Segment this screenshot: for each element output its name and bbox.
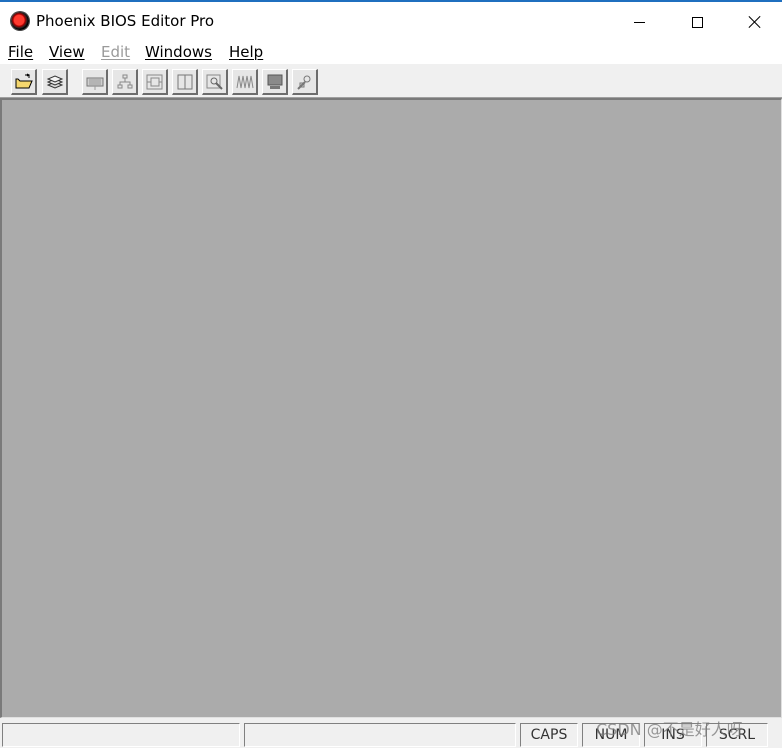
watermark-text: CSDN @不是好人呀 xyxy=(596,720,743,739)
menu-view[interactable]: View xyxy=(49,43,85,61)
split-button[interactable] xyxy=(172,69,198,95)
app-window: Phoenix BIOS Editor Pro File View Edit W… xyxy=(0,0,782,748)
keyboard-icon xyxy=(86,77,103,90)
keyboard-button[interactable] xyxy=(82,69,108,95)
save-stack-button[interactable] xyxy=(42,69,68,95)
search-magnifier-icon xyxy=(206,74,223,90)
component-box-icon xyxy=(146,74,162,89)
window-title: Phoenix BIOS Editor Pro xyxy=(36,12,215,30)
open-folder-icon xyxy=(15,73,33,88)
mdi-workspace[interactable] xyxy=(0,98,782,718)
menu-help[interactable]: Help xyxy=(229,43,263,61)
component-button[interactable] xyxy=(142,69,168,95)
maximize-button[interactable] xyxy=(674,2,720,42)
close-button[interactable] xyxy=(732,2,778,42)
toolbar xyxy=(0,64,782,98)
stack-save-icon xyxy=(46,74,63,89)
minimize-icon xyxy=(633,21,645,23)
status-caps: CAPS xyxy=(520,723,578,747)
search-button[interactable] xyxy=(202,69,228,95)
menu-windows[interactable]: Windows xyxy=(145,43,212,61)
split-panes-icon xyxy=(177,74,192,89)
monitor-icon xyxy=(267,74,282,89)
close-icon xyxy=(748,15,762,29)
waveform-icon xyxy=(236,75,253,88)
waveform-button[interactable] xyxy=(232,69,258,95)
status-info-pane xyxy=(244,723,516,747)
status-message-pane xyxy=(2,723,240,747)
tools-icon xyxy=(296,75,310,90)
tools-button[interactable] xyxy=(292,69,318,95)
monitor-button[interactable] xyxy=(262,69,288,95)
menu-file[interactable]: File xyxy=(8,43,33,61)
tree-structure-icon xyxy=(117,74,132,88)
tree-button[interactable] xyxy=(112,69,138,95)
open-button[interactable] xyxy=(11,69,37,95)
maximize-icon xyxy=(691,16,703,28)
title-bar[interactable]: Phoenix BIOS Editor Pro xyxy=(0,0,782,40)
minimize-button[interactable] xyxy=(616,2,662,42)
phoenix-logo-icon[interactable] xyxy=(8,9,32,33)
menu-bar: File View Edit Windows Help xyxy=(0,40,782,64)
menu-edit[interactable]: Edit xyxy=(101,43,130,61)
